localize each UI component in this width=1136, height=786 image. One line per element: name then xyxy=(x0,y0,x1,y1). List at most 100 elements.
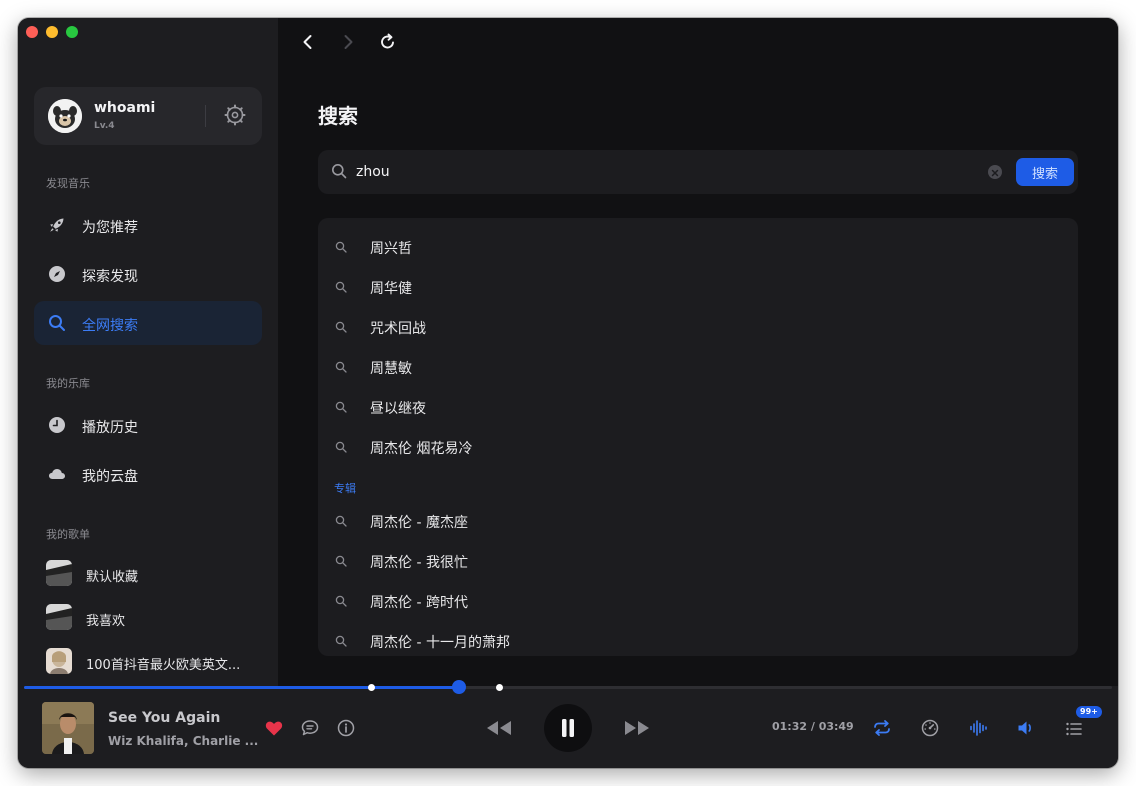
suggestion-panel: 周兴哲 周华健 咒术回战 周慧敏 昼以继夜 周杰伦 烟花易冷 专辑 周杰伦 - … xyxy=(318,218,1078,656)
playlist-queue-button[interactable] xyxy=(1064,719,1084,739)
suggestion-text: 周杰伦 - 跨时代 xyxy=(370,595,468,611)
back-button[interactable] xyxy=(298,32,318,52)
album-suggestion-item[interactable]: 周杰伦 - 跨时代 xyxy=(318,583,1078,619)
search-icon xyxy=(335,555,347,567)
search-icon xyxy=(335,595,347,607)
sidebar-item-history[interactable]: 播放历史 xyxy=(34,403,262,447)
playlist-cover xyxy=(46,560,72,586)
search-icon xyxy=(335,281,347,293)
progress-handle[interactable] xyxy=(452,680,467,694)
settings-button[interactable] xyxy=(224,104,246,126)
sidebar-item-label: 我的云盘 xyxy=(82,469,138,485)
suggestion-text: 周华健 xyxy=(370,281,412,297)
playlist-cover xyxy=(46,604,72,630)
search-button[interactable]: 搜索 xyxy=(1016,158,1074,186)
clock-icon xyxy=(49,417,65,433)
album-suggestion-item[interactable]: 周杰伦 - 魔杰座 xyxy=(318,503,1078,539)
sidebar-item-label: 为您推荐 xyxy=(82,220,138,236)
search-icon xyxy=(335,515,347,527)
suggestion-text: 周杰伦 - 十一月的萧邦 xyxy=(370,635,510,651)
previous-button[interactable] xyxy=(484,716,514,740)
song-title[interactable]: See You Again xyxy=(108,710,220,726)
window-controls xyxy=(26,26,78,38)
close-window-button[interactable] xyxy=(26,26,38,38)
rocket-icon xyxy=(50,218,64,232)
suggestion-item[interactable]: 周杰伦 烟花易冷 xyxy=(318,429,1078,465)
playlist-cover xyxy=(46,648,72,674)
search-icon xyxy=(332,164,347,179)
album-suggestion-item[interactable]: 周杰伦 - 我很忙 xyxy=(318,543,1078,579)
playlist-item-liked[interactable]: 我喜欢 xyxy=(46,604,266,632)
album-suggestion-item[interactable]: 周杰伦 - 十一月的萧邦 xyxy=(318,623,1078,656)
suggestion-text: 周杰伦 - 我很忙 xyxy=(370,555,468,571)
comment-button[interactable] xyxy=(300,718,320,738)
playlist-label: 我喜欢 xyxy=(86,614,126,629)
top-nav xyxy=(298,32,418,52)
progress-fill xyxy=(24,686,460,689)
search-icon xyxy=(49,315,65,331)
speaker-icon xyxy=(1018,721,1031,735)
player-bar: See You Again Wiz Khalifa, Charlie ... 0… xyxy=(18,680,1118,768)
suggestion-item[interactable]: 昼以继夜 xyxy=(318,389,1078,425)
fast-forward-icon xyxy=(625,721,649,735)
search-icon xyxy=(335,241,347,253)
sidebar-item-search[interactable]: 全网搜索 xyxy=(34,301,262,345)
sidebar-item-label: 播放历史 xyxy=(82,420,138,436)
progress-marker xyxy=(496,684,503,691)
search-icon xyxy=(335,321,347,333)
zoom-window-button[interactable] xyxy=(66,26,78,38)
sidebar: whoami Lv.4 发现音乐 为您推荐 探索发现 全网搜索 我的乐库 播放历… xyxy=(18,18,278,686)
suggestion-text: 周慧敏 xyxy=(370,361,412,377)
list-icon xyxy=(1066,722,1082,736)
suggestion-text: 周兴哲 xyxy=(370,241,412,257)
user-name: whoami xyxy=(94,100,156,116)
playlist-item-default[interactable]: 默认收藏 xyxy=(46,560,266,588)
app-window: whoami Lv.4 发现音乐 为您推荐 探索发现 全网搜索 我的乐库 播放历… xyxy=(18,18,1118,768)
playlist-item-tiktok[interactable]: 100首抖音最火欧美英文... xyxy=(46,648,266,676)
playback-time: 01:32 / 03:49 xyxy=(772,720,854,733)
search-input[interactable] xyxy=(356,160,956,184)
progress-marker xyxy=(368,684,375,691)
search-icon xyxy=(335,441,347,453)
forward-button[interactable] xyxy=(338,32,358,52)
pause-icon xyxy=(562,719,574,737)
info-button[interactable] xyxy=(336,718,356,738)
suggestion-item[interactable]: 周兴哲 xyxy=(318,229,1078,265)
user-card[interactable]: whoami Lv.4 xyxy=(34,87,262,145)
suggestion-text: 昼以继夜 xyxy=(370,401,426,417)
refresh-icon xyxy=(381,33,394,49)
now-playing-cover[interactable] xyxy=(42,702,94,754)
comment-icon xyxy=(301,720,319,736)
song-artist[interactable]: Wiz Khalifa, Charlie ... xyxy=(108,734,258,748)
album-section-label: 专辑 xyxy=(334,482,356,495)
sound-effects-button[interactable] xyxy=(968,718,988,738)
progress-bar[interactable] xyxy=(24,680,1112,694)
like-button[interactable] xyxy=(264,718,284,738)
clear-search-button[interactable] xyxy=(988,165,1002,179)
suggestion-item[interactable]: 周华健 xyxy=(318,269,1078,305)
sidebar-item-recommend[interactable]: 为您推荐 xyxy=(34,203,262,247)
chevron-left-icon xyxy=(303,35,312,49)
suggestion-item[interactable]: 周慧敏 xyxy=(318,349,1078,385)
search-icon xyxy=(335,401,347,413)
sidebar-item-explore[interactable]: 探索发现 xyxy=(34,252,262,296)
refresh-button[interactable] xyxy=(378,32,398,52)
avatar[interactable] xyxy=(48,99,82,133)
sidebar-item-cloud[interactable]: 我的云盘 xyxy=(34,452,262,496)
section-label-discover: 发现音乐 xyxy=(46,177,90,190)
volume-button[interactable] xyxy=(1016,718,1036,738)
repeat-button[interactable] xyxy=(872,718,892,738)
sidebar-item-label: 探索发现 xyxy=(82,269,138,285)
queue-count-badge: 99+ xyxy=(1076,706,1102,718)
suggestion-item[interactable]: 咒术回战 xyxy=(318,309,1078,345)
section-label-playlists: 我的歌单 xyxy=(46,528,90,541)
chevron-right-icon xyxy=(344,35,353,49)
info-icon xyxy=(337,719,355,737)
play-pause-button[interactable] xyxy=(544,704,592,752)
rewind-icon xyxy=(487,721,511,735)
minimize-window-button[interactable] xyxy=(46,26,58,38)
next-button[interactable] xyxy=(622,716,652,740)
speedometer-icon xyxy=(921,719,939,737)
playback-speed-button[interactable] xyxy=(920,718,940,738)
repeat-icon xyxy=(874,720,890,736)
